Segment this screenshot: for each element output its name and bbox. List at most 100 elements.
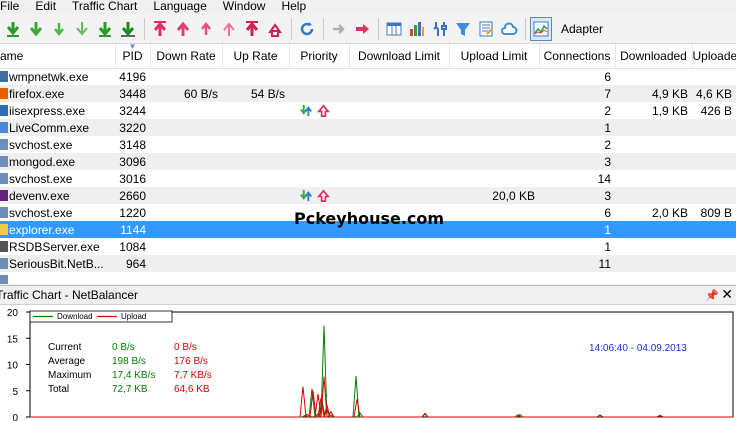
pid-cell: 3016 [119,171,146,186]
priority-icons [299,103,331,118]
chart-bars-button[interactable] [406,17,428,41]
pid-cell [115,272,150,284]
upload-block-icon [268,22,282,37]
table-row[interactable]: svchost.exe 3016 14 [0,170,736,187]
table-row[interactable]: iisexpress.exe 3244 2 1,9 KB 426 B [0,102,736,119]
table-row[interactable]: SeriousBit.NetB... 964 11 [0,255,736,272]
upload-priority-normal-button[interactable] [172,17,194,41]
upload-limit-cell [449,272,539,284]
uploaded-cell: 426 B [700,103,732,118]
menu-language[interactable]: Language [145,0,214,13]
connections-cell: 2 [604,137,611,152]
menu-window[interactable]: Window [215,0,274,13]
upload-block-button[interactable] [264,17,286,41]
filter-button[interactable] [452,17,474,41]
column-header-label: Download Limit [357,48,441,63]
priority-cell [289,136,349,153]
column-header-uploaded[interactable]: Uploaded [692,44,736,69]
column-header-label: Upload Limit [460,48,528,63]
up-rate-cell [222,238,289,255]
download-ignore-button[interactable] [71,17,93,41]
columns-icon [386,22,402,35]
up-rate-cell [222,204,289,221]
download-block-button[interactable] [117,17,139,41]
process-name-text: svchost.exe [9,137,73,152]
column-header-upload-limit[interactable]: Upload Limit [449,44,540,69]
columns-button[interactable] [383,17,405,41]
column-header-down-rate[interactable]: Down Rate [150,44,223,69]
table-row[interactable]: mongod.exe 3096 3 [0,153,736,170]
y-tick-label: 15 [7,334,19,345]
download-priority-normal-button[interactable] [25,17,47,41]
down-rate-cell [150,68,222,85]
pin-icon[interactable]: 📌 [705,289,719,302]
process-name-cell: devenv.exe [0,187,115,204]
column-header-priority[interactable]: Priority [289,44,350,69]
upload-priority-normal-icon [176,21,190,36]
column-header-ame[interactable]: ame [0,44,116,69]
menu-edit[interactable]: Edit [27,0,64,13]
table-row[interactable]: svchost.exe 3148 2 [0,136,736,153]
column-header-pid[interactable]: PID ▼ [115,44,151,69]
toolbar-separator [144,17,145,40]
tools-button[interactable] [429,17,451,41]
process-icon [0,274,8,284]
process-name-cell: svchost.exe [0,170,115,187]
connections-cell: 2 [604,103,611,118]
table-row[interactable] [0,272,736,284]
table-row[interactable]: devenv.exe 2660 20,0 KB 3 [0,187,736,204]
table-row[interactable]: RSDBServer.exe 1084 1 [0,238,736,255]
close-icon[interactable]: ✕ [721,287,733,301]
downloaded-cell [615,255,692,272]
priority-cell [289,272,349,284]
cloud-button[interactable] [498,17,520,41]
column-header-up-rate[interactable]: Up Rate [222,44,290,69]
table-row[interactable]: wmpnetwk.exe 4196 6 [0,68,736,85]
process-name-text: firefox.exe [9,86,65,101]
connections-cell: 1 [539,119,615,136]
column-header-downloaded[interactable]: Downloaded [615,44,693,69]
process-name-cell: RSDBServer.exe [0,238,115,255]
menu-file[interactable]: File [0,0,27,13]
rules-button[interactable] [475,17,497,41]
table-row[interactable]: LiveComm.exe 3220 1 [0,119,736,136]
download-limit-cell [349,255,449,272]
sort-arrow-icon: ▼ [128,44,137,51]
watermark-text: Pckeyhouse.com [294,209,445,228]
process-icon [0,206,8,218]
download-priority-low-button[interactable] [48,17,70,41]
upload-limit-icon [245,20,259,36]
refresh-button[interactable] [296,17,318,41]
column-header-download-limit[interactable]: Download Limit [349,44,450,69]
column-header-connections[interactable]: Connections [539,44,616,69]
download-priority-high-button[interactable] [2,17,24,41]
table-row[interactable]: firefox.exe 3448 60 B/s 54 B/s 7 4,9 KB 4,6 KB [0,85,736,102]
download-limit-cell [349,119,449,136]
priority-cell [289,153,349,170]
red-arrow-button[interactable] [351,17,373,41]
upload-limit-button[interactable] [241,17,263,41]
toolbar-separator [291,17,292,40]
traffic-chart-button[interactable] [530,16,552,41]
upload-priority-high-button[interactable] [149,17,171,41]
process-name-text: devenv.exe [9,188,70,203]
column-header-label: ame [0,48,24,63]
upload-limit-cell [449,221,539,238]
upload-ignore-button[interactable] [218,17,240,41]
netbalancer-window: File Edit Traffic Chart Language Window Help … [0,0,736,421]
forward-button[interactable] [328,17,350,41]
adapter-label[interactable]: Adapter [561,22,603,36]
up-rate-cell [222,153,289,170]
menu-help[interactable]: Help [273,0,314,13]
download-limit-button[interactable] [94,17,116,41]
priority-cell [289,170,349,187]
priority-cell [289,187,349,204]
process-name-cell: svchost.exe [0,204,115,221]
downloaded-cell [615,238,692,255]
upload-priority-high-icon [153,20,167,36]
menu-traffic-chart[interactable]: Traffic Chart [64,0,145,13]
upload-priority-low-button[interactable] [195,17,217,41]
down-rate-cell [150,153,222,170]
process-icon [0,155,8,167]
refresh-icon [300,21,314,35]
